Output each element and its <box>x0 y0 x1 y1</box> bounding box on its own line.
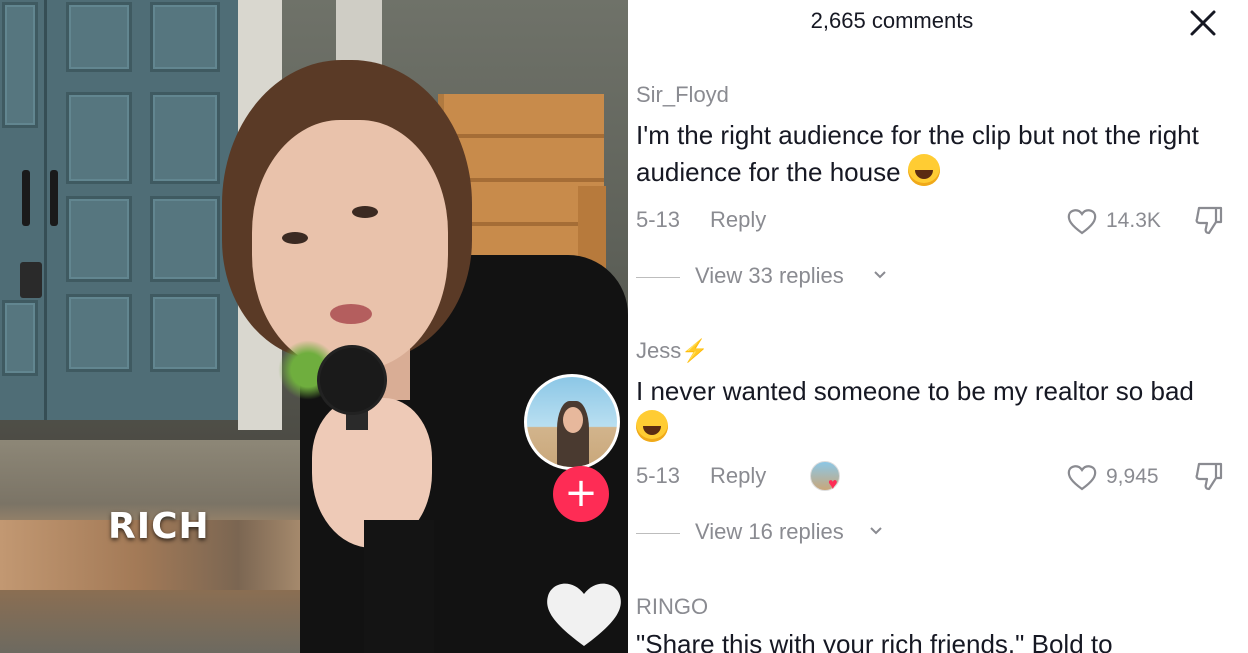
tears-of-joy-emoji-icon <box>636 410 668 442</box>
heart-outline-icon <box>1067 465 1097 491</box>
chevron-down-icon <box>874 271 886 279</box>
lightning-emoji: ⚡ <box>681 338 709 363</box>
comment-meta: 5-13 Reply 14.3K <box>636 201 1236 241</box>
comment-meta: 5-13 Reply ♥ 9,945 <box>636 457 1236 497</box>
chevron-down-icon <box>870 527 882 535</box>
comment-text: I'm the right audience for the clip but … <box>636 120 1199 187</box>
comment-text: "Share this with your rich friends." Bol… <box>636 629 1113 653</box>
comment-username[interactable]: Sir_Floyd <box>636 80 1236 110</box>
comment-like-count: 9,945 <box>1106 465 1159 488</box>
video-player[interactable]: RICH + <box>0 0 628 653</box>
person-face <box>252 120 448 370</box>
creator-avatar[interactable] <box>524 374 620 470</box>
comments-count: 2,665 comments <box>810 8 974 33</box>
close-icon[interactable] <box>1184 4 1222 42</box>
microphone <box>320 348 384 412</box>
heart-outline-icon <box>1067 209 1097 235</box>
dislike-icon[interactable] <box>1192 203 1226 237</box>
follow-button[interactable]: + <box>553 466 609 522</box>
dislike-icon[interactable] <box>1192 459 1226 493</box>
sweat-smile-emoji-icon <box>907 154 940 186</box>
view-replies-button[interactable]: View 33 replies <box>636 259 1236 295</box>
like-comment-button[interactable]: 9,945 <box>1066 461 1159 493</box>
like-comment-button[interactable]: 14.3K <box>1066 205 1161 237</box>
creator-liked-icon: ♥ <box>810 461 844 495</box>
front-door <box>0 0 244 420</box>
comment-like-count: 14.3K <box>1106 209 1161 232</box>
comment-item: Jess⚡ I never wanted someone to be my re… <box>636 336 1236 551</box>
comment-item: RINGO "Share this with your rich friends… <box>636 592 1236 653</box>
comment-date: 5-13 <box>636 207 681 232</box>
comments-panel[interactable]: 2,665 comments Sir_Floyd I'm the right a… <box>628 0 1248 653</box>
reply-button[interactable]: Reply <box>710 463 766 489</box>
comment-date: 5-13 <box>636 463 681 488</box>
comment-username[interactable]: Jess⚡ <box>636 336 1236 366</box>
comment-text: I never wanted someone to be my realtor … <box>636 373 1226 447</box>
view-replies-button[interactable]: View 16 replies <box>636 515 1236 551</box>
heart-icon[interactable] <box>544 574 624 653</box>
comment-username[interactable]: RINGO <box>636 592 1236 622</box>
video-caption-text: RICH <box>108 506 210 547</box>
comment-item: Sir_Floyd I'm the right audience for the… <box>636 80 1236 295</box>
reply-button[interactable]: Reply <box>710 207 766 233</box>
